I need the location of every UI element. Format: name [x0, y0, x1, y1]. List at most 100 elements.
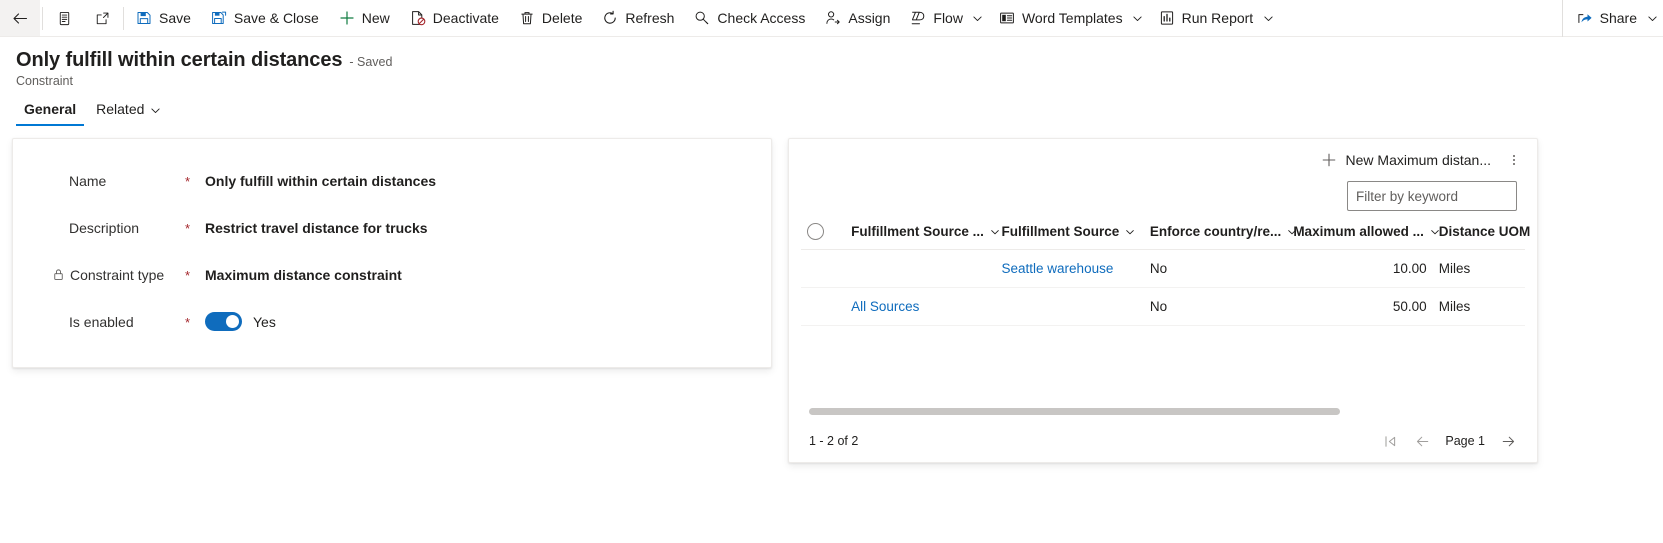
- is-enabled-required-indicator: *: [185, 315, 191, 330]
- tab-related[interactable]: Related: [88, 101, 169, 126]
- assign-button[interactable]: Assign: [815, 0, 900, 36]
- fulfillment-source-type-link[interactable]: All Sources: [851, 299, 919, 314]
- delete-button[interactable]: Delete: [509, 0, 592, 36]
- row-select-cell[interactable]: [801, 249, 846, 288]
- page-number-label: Page 1: [1445, 434, 1485, 448]
- field-row-is-enabled: Is enabled * Yes: [33, 298, 751, 345]
- refresh-label: Refresh: [625, 10, 675, 26]
- key-icon: [694, 10, 710, 26]
- plus-icon: [339, 10, 355, 26]
- deactivate-label: Deactivate: [432, 10, 499, 26]
- column-label: Fulfillment Source ...: [851, 224, 984, 239]
- first-page-button[interactable]: [1381, 432, 1399, 450]
- new-button[interactable]: New: [329, 0, 400, 36]
- toolbar-divider-2: [123, 6, 124, 30]
- subgrid-footer: 1 - 2 of 2 Page 1: [789, 420, 1537, 462]
- flow-caret-button[interactable]: [967, 0, 989, 36]
- deactivate-button[interactable]: Deactivate: [400, 0, 509, 36]
- save-and-close-button[interactable]: Save & Close: [201, 0, 329, 36]
- arrow-right-icon: [1502, 436, 1514, 446]
- chevron-down-icon: [151, 107, 161, 113]
- is-enabled-toggle-wrap: Yes: [205, 312, 276, 331]
- command-bar: Save Save & Close New Deactivate Delete …: [0, 0, 1663, 37]
- subgrid-table: Fulfillment Source ... Fulfillment Sourc…: [801, 215, 1530, 326]
- general-section-card: Name * Only fulfill within certain dista…: [12, 138, 772, 368]
- save-and-close-label: Save & Close: [233, 10, 319, 26]
- description-label-text: Description: [69, 219, 140, 236]
- table-row[interactable]: Seattle warehouse No 10.00 Miles: [801, 249, 1525, 288]
- flow-button[interactable]: Flow: [900, 0, 967, 36]
- is-enabled-toggle[interactable]: [205, 312, 242, 331]
- pagination-controls: Page 1: [1381, 432, 1517, 450]
- assign-label: Assign: [848, 10, 891, 26]
- table-row[interactable]: All Sources No 50.00 Miles: [801, 287, 1525, 326]
- subgrid-horizontal-scrollbar[interactable]: [789, 402, 1537, 420]
- cell-fulfillment-source-type[interactable]: All Sources: [845, 287, 996, 326]
- previous-page-button[interactable]: [1413, 432, 1431, 450]
- row-select-cell[interactable]: [801, 287, 846, 326]
- tab-general[interactable]: General: [16, 101, 85, 126]
- title-line: Only fulfill within certain distances - …: [16, 49, 1663, 72]
- new-maximum-distance-label: New Maximum distan...: [1345, 152, 1491, 168]
- scrollbar-track[interactable]: [809, 407, 1517, 415]
- maximum-distance-subgrid-card: New Maximum distan... Filter by keyword …: [788, 138, 1538, 463]
- is-enabled-label-text: Is enabled: [69, 313, 134, 330]
- cell-fulfillment-source[interactable]: Seattle warehouse: [995, 249, 1144, 288]
- word-template-icon: [999, 10, 1015, 26]
- record-header: Only fulfill within certain distances - …: [0, 37, 1663, 88]
- column-header-distance-uom[interactable]: Distance UOM: [1432, 215, 1530, 250]
- fulfillment-source-link[interactable]: Seattle warehouse: [1002, 261, 1114, 276]
- column-header-fulfillment-source-type[interactable]: Fulfillment Source ...: [845, 215, 999, 250]
- report-icon: [1159, 10, 1175, 26]
- flow-label: Flow: [933, 10, 963, 26]
- lock-icon: [54, 269, 63, 280]
- kebab-dot: [1512, 162, 1516, 166]
- back-button[interactable]: [0, 0, 40, 36]
- subgrid-more-commands-button[interactable]: [1501, 146, 1527, 174]
- subgrid-body: Seattle warehouse No 10.00 Miles All Sou…: [801, 249, 1525, 326]
- share-group: Share: [1561, 0, 1663, 37]
- next-page-button[interactable]: [1499, 432, 1517, 450]
- filter-by-keyword-box[interactable]: [1347, 181, 1517, 211]
- form-selector-button[interactable]: [45, 0, 83, 36]
- select-all-header[interactable]: [801, 215, 846, 250]
- toolbar-divider-1: [42, 6, 43, 30]
- filter-input[interactable]: [1356, 188, 1508, 204]
- run-report-caret-button[interactable]: [1257, 0, 1279, 36]
- constraint-type-field-label: Constraint type: [33, 267, 185, 283]
- column-label: Maximum allowed ...: [1293, 224, 1424, 239]
- refresh-button[interactable]: Refresh: [592, 0, 684, 36]
- description-field-label: Description: [33, 220, 185, 236]
- constraint-type-field-value: Maximum distance constraint: [205, 266, 402, 283]
- flow-icon: [910, 10, 926, 26]
- cell-fulfillment-source: [995, 287, 1144, 326]
- new-maximum-distance-button[interactable]: New Maximum distan...: [1313, 147, 1499, 173]
- assign-user-icon: [825, 10, 841, 26]
- select-all-circle-icon[interactable]: [807, 223, 824, 240]
- subgrid-scroll-area: Fulfillment Source ... Fulfillment Sourc…: [789, 215, 1537, 402]
- share-icon: [1577, 10, 1593, 26]
- word-templates-caret-button[interactable]: [1127, 0, 1149, 36]
- column-header-maximum-allowed[interactable]: Maximum allowed ...: [1287, 215, 1439, 250]
- name-required-indicator: *: [185, 174, 191, 189]
- share-button[interactable]: Share: [1567, 0, 1641, 36]
- cell-distance-uom: Miles: [1432, 249, 1525, 288]
- arrow-left-icon: [1416, 436, 1429, 446]
- cell-maximum-allowed: 10.00: [1287, 249, 1433, 288]
- column-header-fulfillment-source[interactable]: Fulfillment Source: [995, 215, 1144, 250]
- new-label: New: [361, 10, 390, 26]
- name-field-value[interactable]: Only fulfill within certain distances: [205, 173, 436, 189]
- description-field-value[interactable]: Restrict travel distance for trucks: [205, 220, 428, 236]
- run-report-button[interactable]: Run Report: [1149, 0, 1258, 36]
- popout-button[interactable]: [83, 0, 121, 36]
- trash-icon: [519, 10, 535, 26]
- column-header-enforce-country[interactable]: Enforce country/re...: [1143, 215, 1297, 250]
- check-access-button[interactable]: Check Access: [684, 0, 815, 36]
- scrollbar-thumb[interactable]: [809, 407, 1340, 415]
- cell-fulfillment-source-type: [845, 249, 996, 288]
- word-templates-button[interactable]: Word Templates: [989, 0, 1127, 36]
- column-label: Enforce country/re...: [1149, 224, 1282, 239]
- save-button[interactable]: Save: [126, 0, 201, 36]
- chevron-down-icon: [1264, 15, 1273, 21]
- share-caret-button[interactable]: [1641, 0, 1663, 36]
